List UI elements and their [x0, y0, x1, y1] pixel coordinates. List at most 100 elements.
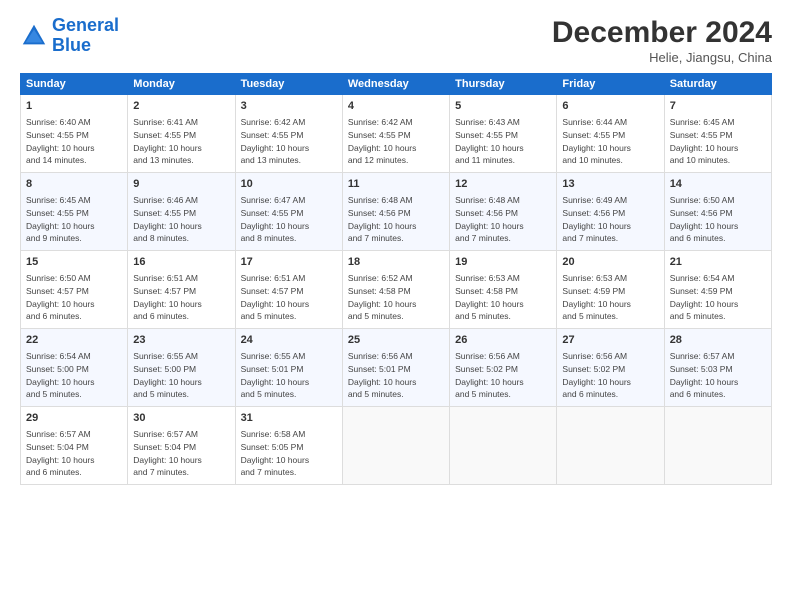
calendar-week-5: 29 Sunrise: 6:57 AMSunset: 5:04 PMDayligh… — [21, 407, 772, 485]
day-number: 2 — [133, 99, 229, 114]
day-detail: Sunrise: 6:57 AMSunset: 5:04 PMDaylight:… — [133, 429, 202, 477]
day-detail: Sunrise: 6:48 AMSunset: 4:56 PMDaylight:… — [348, 195, 417, 243]
calendar-cell — [664, 407, 771, 485]
day-number: 13 — [562, 177, 658, 192]
day-number: 6 — [562, 99, 658, 114]
day-number: 9 — [133, 177, 229, 192]
calendar-cell: 14 Sunrise: 6:50 AMSunset: 4:56 PMDayligh… — [664, 173, 771, 251]
day-number: 10 — [241, 177, 337, 192]
day-number: 29 — [26, 411, 122, 426]
day-number: 30 — [133, 411, 229, 426]
header-row: Sunday Monday Tuesday Wednesday Thursday… — [21, 74, 772, 95]
day-detail: Sunrise: 6:57 AMSunset: 5:03 PMDaylight:… — [670, 351, 739, 399]
day-number: 14 — [670, 177, 766, 192]
day-detail: Sunrise: 6:45 AMSunset: 4:55 PMDaylight:… — [26, 195, 95, 243]
location-subtitle: Helie, Jiangsu, China — [552, 50, 772, 65]
calendar-cell: 3 Sunrise: 6:42 AMSunset: 4:55 PMDaylight… — [235, 95, 342, 173]
day-number: 1 — [26, 99, 122, 114]
calendar-cell: 5 Sunrise: 6:43 AMSunset: 4:55 PMDaylight… — [450, 95, 557, 173]
day-detail: Sunrise: 6:41 AMSunset: 4:55 PMDaylight:… — [133, 117, 202, 165]
calendar-header: Sunday Monday Tuesday Wednesday Thursday… — [21, 74, 772, 95]
calendar-cell: 6Sunrise: 6:44 AMSunset: 4:55 PMDaylight… — [557, 95, 664, 173]
calendar-cell: 18 Sunrise: 6:52 AMSunset: 4:58 PMDayligh… — [342, 251, 449, 329]
day-detail: Sunrise: 6:50 AMSunset: 4:56 PMDaylight:… — [670, 195, 739, 243]
month-title: December 2024 — [552, 16, 772, 50]
day-detail: Sunrise: 6:56 AMSunset: 5:01 PMDaylight:… — [348, 351, 417, 399]
calendar-cell: 1 Sunrise: 6:40 AMSunset: 4:55 PMDaylight… — [21, 95, 128, 173]
day-number: 18 — [348, 255, 444, 270]
day-number: 27 — [562, 333, 658, 348]
calendar-body: 1 Sunrise: 6:40 AMSunset: 4:55 PMDaylight… — [21, 95, 772, 485]
day-number: 3 — [241, 99, 337, 114]
day-detail: Sunrise: 6:46 AMSunset: 4:55 PMDaylight:… — [133, 195, 202, 243]
calendar-cell: 16Sunrise: 6:51 AMSunset: 4:57 PMDayligh… — [128, 251, 235, 329]
calendar-cell — [557, 407, 664, 485]
calendar-week-3: 15 Sunrise: 6:50 AMSunset: 4:57 PMDayligh… — [21, 251, 772, 329]
logo-line2: Blue — [52, 35, 91, 55]
header: General Blue December 2024 Helie, Jiangs… — [20, 16, 772, 65]
logo-line1: General — [52, 15, 119, 35]
col-friday: Friday — [557, 74, 664, 95]
calendar-cell: 12 Sunrise: 6:48 AMSunset: 4:56 PMDayligh… — [450, 173, 557, 251]
calendar-cell: 21 Sunrise: 6:54 AMSunset: 4:59 PMDayligh… — [664, 251, 771, 329]
col-saturday: Saturday — [664, 74, 771, 95]
day-number: 25 — [348, 333, 444, 348]
calendar-table: Sunday Monday Tuesday Wednesday Thursday… — [20, 73, 772, 485]
day-detail: Sunrise: 6:49 AMSunset: 4:56 PMDaylight:… — [562, 195, 631, 243]
calendar-cell: 4 Sunrise: 6:42 AMSunset: 4:55 PMDaylight… — [342, 95, 449, 173]
day-detail: Sunrise: 6:54 AMSunset: 5:00 PMDaylight:… — [26, 351, 95, 399]
calendar-cell: 22Sunrise: 6:54 AMSunset: 5:00 PMDayligh… — [21, 329, 128, 407]
day-number: 8 — [26, 177, 122, 192]
day-detail: Sunrise: 6:52 AMSunset: 4:58 PMDaylight:… — [348, 273, 417, 321]
calendar-cell: 23 Sunrise: 6:55 AMSunset: 5:00 PMDayligh… — [128, 329, 235, 407]
day-number: 12 — [455, 177, 551, 192]
calendar-cell: 31Sunrise: 6:58 AMSunset: 5:05 PMDayligh… — [235, 407, 342, 485]
day-number: 23 — [133, 333, 229, 348]
day-detail: Sunrise: 6:48 AMSunset: 4:56 PMDaylight:… — [455, 195, 524, 243]
calendar-cell: 27 Sunrise: 6:56 AMSunset: 5:02 PMDayligh… — [557, 329, 664, 407]
calendar-cell: 24Sunrise: 6:55 AMSunset: 5:01 PMDayligh… — [235, 329, 342, 407]
col-thursday: Thursday — [450, 74, 557, 95]
calendar-cell: 9 Sunrise: 6:46 AMSunset: 4:55 PMDaylight… — [128, 173, 235, 251]
calendar-cell: 17 Sunrise: 6:51 AMSunset: 4:57 PMDayligh… — [235, 251, 342, 329]
day-number: 11 — [348, 177, 444, 192]
calendar-week-4: 22Sunrise: 6:54 AMSunset: 5:00 PMDayligh… — [21, 329, 772, 407]
day-detail: Sunrise: 6:43 AMSunset: 4:55 PMDaylight:… — [455, 117, 524, 165]
calendar-cell: 13 Sunrise: 6:49 AMSunset: 4:56 PMDayligh… — [557, 173, 664, 251]
logo-text: General Blue — [52, 16, 119, 56]
day-number: 17 — [241, 255, 337, 270]
day-detail: Sunrise: 6:54 AMSunset: 4:59 PMDaylight:… — [670, 273, 739, 321]
day-detail: Sunrise: 6:45 AMSunset: 4:55 PMDaylight:… — [670, 117, 739, 165]
day-detail: Sunrise: 6:42 AMSunset: 4:55 PMDaylight:… — [348, 117, 417, 165]
calendar-week-1: 1 Sunrise: 6:40 AMSunset: 4:55 PMDaylight… — [21, 95, 772, 173]
calendar-cell: 8 Sunrise: 6:45 AMSunset: 4:55 PMDaylight… — [21, 173, 128, 251]
day-detail: Sunrise: 6:40 AMSunset: 4:55 PMDaylight:… — [26, 117, 95, 165]
title-block: December 2024 Helie, Jiangsu, China — [552, 16, 772, 65]
day-number: 4 — [348, 99, 444, 114]
logo: General Blue — [20, 16, 119, 56]
col-tuesday: Tuesday — [235, 74, 342, 95]
day-detail: Sunrise: 6:42 AMSunset: 4:55 PMDaylight:… — [241, 117, 310, 165]
calendar-cell: 26Sunrise: 6:56 AMSunset: 5:02 PMDayligh… — [450, 329, 557, 407]
calendar-cell: 25 Sunrise: 6:56 AMSunset: 5:01 PMDayligh… — [342, 329, 449, 407]
day-number: 7 — [670, 99, 766, 114]
day-number: 26 — [455, 333, 551, 348]
day-detail: Sunrise: 6:56 AMSunset: 5:02 PMDaylight:… — [562, 351, 631, 399]
col-wednesday: Wednesday — [342, 74, 449, 95]
calendar-cell: 20Sunrise: 6:53 AMSunset: 4:59 PMDayligh… — [557, 251, 664, 329]
calendar-cell: 28Sunrise: 6:57 AMSunset: 5:03 PMDayligh… — [664, 329, 771, 407]
calendar-cell: 7 Sunrise: 6:45 AMSunset: 4:55 PMDaylight… — [664, 95, 771, 173]
day-number: 16 — [133, 255, 229, 270]
day-number: 15 — [26, 255, 122, 270]
calendar-cell: 30 Sunrise: 6:57 AMSunset: 5:04 PMDayligh… — [128, 407, 235, 485]
day-detail: Sunrise: 6:51 AMSunset: 4:57 PMDaylight:… — [241, 273, 310, 321]
day-detail: Sunrise: 6:50 AMSunset: 4:57 PMDaylight:… — [26, 273, 95, 321]
day-number: 19 — [455, 255, 551, 270]
day-detail: Sunrise: 6:55 AMSunset: 5:00 PMDaylight:… — [133, 351, 202, 399]
day-detail: Sunrise: 6:57 AMSunset: 5:04 PMDaylight:… — [26, 429, 95, 477]
calendar-cell: 29 Sunrise: 6:57 AMSunset: 5:04 PMDayligh… — [21, 407, 128, 485]
calendar-cell: 10Sunrise: 6:47 AMSunset: 4:55 PMDayligh… — [235, 173, 342, 251]
day-number: 21 — [670, 255, 766, 270]
day-number: 5 — [455, 99, 551, 114]
page: General Blue December 2024 Helie, Jiangs… — [0, 0, 792, 612]
